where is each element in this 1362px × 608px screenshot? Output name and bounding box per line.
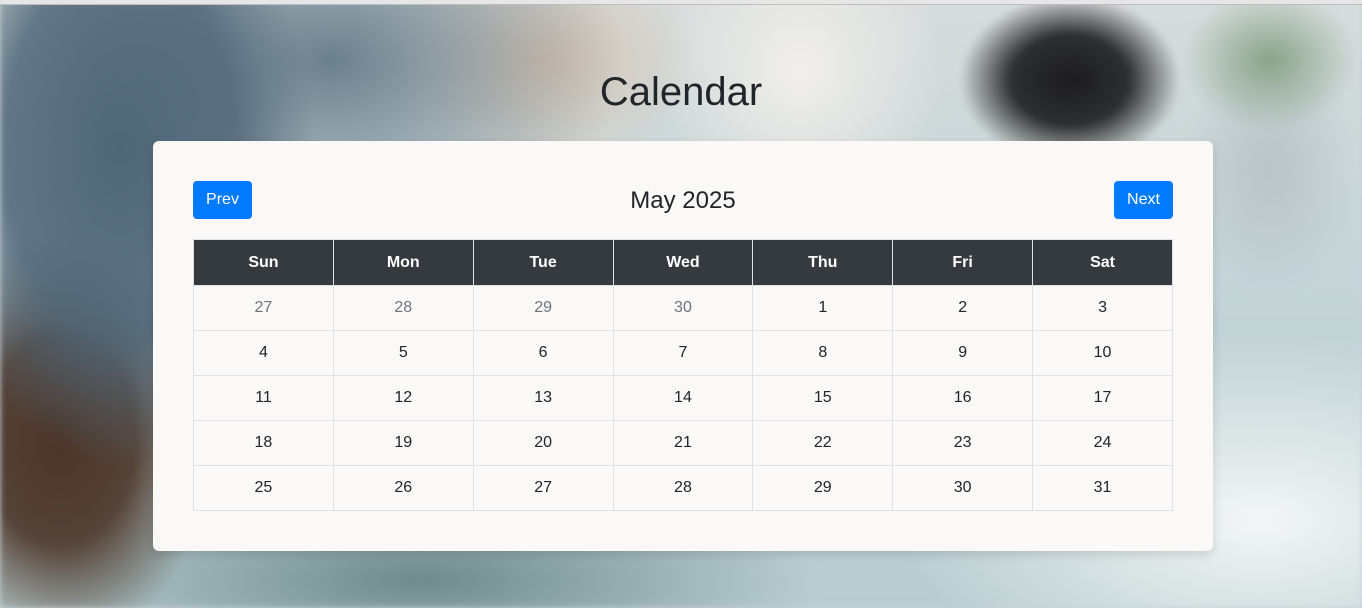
day-cell[interactable]: 27 bbox=[472, 465, 614, 511]
week-row: 25 26 27 28 29 30 31 bbox=[193, 465, 1173, 511]
calendar-card: Prev May 2025 Next Sun Mon Tue Wed Thu F… bbox=[153, 141, 1213, 551]
day-cell[interactable]: 17 bbox=[1032, 375, 1173, 421]
day-cell[interactable]: 22 bbox=[752, 420, 894, 466]
weekday-header: Sun bbox=[193, 239, 334, 286]
day-cell[interactable]: 21 bbox=[612, 420, 754, 466]
day-cell[interactable]: 13 bbox=[472, 375, 614, 421]
day-cell[interactable]: 23 bbox=[892, 420, 1034, 466]
day-cell[interactable]: 1 bbox=[752, 285, 894, 331]
day-cell[interactable]: 3 bbox=[1032, 285, 1173, 331]
weekday-header: Tue bbox=[472, 239, 614, 286]
day-cell[interactable]: 4 bbox=[193, 330, 334, 376]
day-cell[interactable]: 15 bbox=[752, 375, 894, 421]
week-row: 11 12 13 14 15 16 17 bbox=[193, 375, 1173, 421]
week-row: 4 5 6 7 8 9 10 bbox=[193, 330, 1173, 376]
day-cell[interactable]: 14 bbox=[612, 375, 754, 421]
day-cell[interactable]: 6 bbox=[472, 330, 614, 376]
day-cell[interactable]: 9 bbox=[892, 330, 1034, 376]
day-cell[interactable]: 7 bbox=[612, 330, 754, 376]
day-cell[interactable]: 25 bbox=[193, 465, 334, 511]
weekday-header: Fri bbox=[892, 239, 1034, 286]
calendar-body: 27 28 29 30 1 2 3 4 5 6 7 8 9 10 11 12 13 14 15 16 17 18 19 20 2… bbox=[193, 285, 1173, 511]
day-cell-other-month[interactable]: 30 bbox=[612, 285, 754, 331]
day-cell[interactable]: 31 bbox=[1032, 465, 1173, 511]
browser-top-edge bbox=[0, 0, 1362, 5]
month-label: May 2025 bbox=[630, 187, 736, 214]
weekday-header: Thu bbox=[752, 239, 894, 286]
weekday-header: Sat bbox=[1032, 239, 1173, 286]
calendar-grid: Sun Mon Tue Wed Thu Fri Sat 27 28 29 30 1 2 3 4… bbox=[193, 239, 1173, 511]
day-cell[interactable]: 8 bbox=[752, 330, 894, 376]
day-cell[interactable]: 11 bbox=[193, 375, 334, 421]
weekday-header-row: Sun Mon Tue Wed Thu Fri Sat bbox=[193, 239, 1173, 286]
page-title: Calendar bbox=[599, 70, 763, 114]
day-cell[interactable]: 29 bbox=[752, 465, 894, 511]
week-row: 27 28 29 30 1 2 3 bbox=[193, 285, 1173, 331]
day-cell-other-month[interactable]: 29 bbox=[472, 285, 614, 331]
day-cell[interactable]: 20 bbox=[472, 420, 614, 466]
day-cell[interactable]: 12 bbox=[332, 375, 474, 421]
day-cell[interactable]: 16 bbox=[892, 375, 1034, 421]
day-cell-other-month[interactable]: 28 bbox=[332, 285, 474, 331]
day-cell[interactable]: 5 bbox=[332, 330, 474, 376]
day-cell[interactable]: 26 bbox=[332, 465, 474, 511]
day-cell[interactable]: 30 bbox=[892, 465, 1034, 511]
day-cell[interactable]: 28 bbox=[612, 465, 754, 511]
day-cell[interactable]: 18 bbox=[193, 420, 334, 466]
day-cell[interactable]: 2 bbox=[892, 285, 1034, 331]
weekday-header: Mon bbox=[332, 239, 474, 286]
day-cell[interactable]: 24 bbox=[1032, 420, 1173, 466]
week-row: 18 19 20 21 22 23 24 bbox=[193, 420, 1173, 466]
day-cell-other-month[interactable]: 27 bbox=[193, 285, 334, 331]
day-cell[interactable]: 10 bbox=[1032, 330, 1173, 376]
weekday-header: Wed bbox=[612, 239, 754, 286]
next-month-button[interactable]: Next bbox=[1114, 181, 1173, 219]
day-cell[interactable]: 19 bbox=[332, 420, 474, 466]
